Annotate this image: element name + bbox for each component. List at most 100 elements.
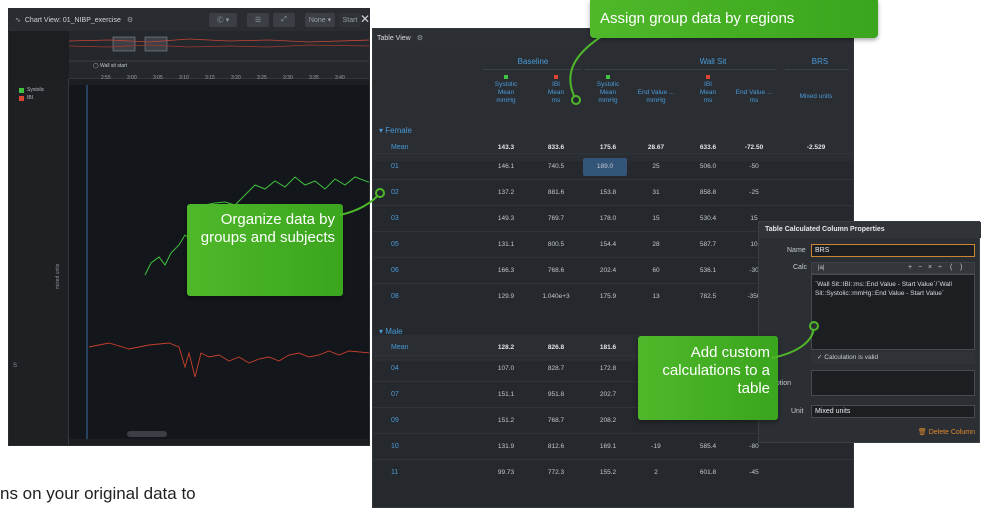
cell[interactable]: 951.8 (531, 391, 581, 398)
cell[interactable]: 585.4 (683, 443, 733, 450)
cell[interactable]: 131.1 (481, 241, 531, 248)
cell[interactable]: -25 (729, 189, 779, 196)
cell[interactable]: 536.1 (683, 267, 733, 274)
close-icon[interactable]: ✕ (360, 12, 369, 26)
cell[interactable]: 153.8 (583, 189, 633, 196)
cell[interactable]: 587.7 (683, 241, 733, 248)
cell[interactable]: 13 (631, 293, 681, 300)
cell[interactable]: 60 (631, 267, 681, 274)
name-field[interactable]: BRS (811, 244, 975, 257)
cell[interactable]: 25 (631, 163, 681, 170)
cell[interactable]: 768.6 (531, 267, 581, 274)
callout-connector (569, 33, 606, 105)
cell[interactable]: 740.5 (531, 163, 581, 170)
column-header[interactable]: Mixed units (791, 93, 841, 101)
cell[interactable]: 175.6 (583, 144, 633, 151)
cell[interactable]: 530.4 (683, 215, 733, 222)
group-header-brs[interactable]: BRS (785, 57, 853, 66)
cell[interactable]: 601.8 (683, 469, 733, 476)
cell[interactable]: 769.7 (531, 215, 581, 222)
start-button[interactable]: Start (339, 13, 361, 27)
time-axis: 2:55 3:00 3:05 3:10 3:15 3:20 3:25 3:30 … (69, 75, 369, 85)
cell[interactable]: 768.7 (531, 417, 581, 424)
cell[interactable]: -19 (631, 443, 681, 450)
cell[interactable]: 178.0 (583, 215, 633, 222)
mode-button[interactable]: Ⓒ ▾ (209, 13, 237, 27)
cell[interactable]: 28 (631, 241, 681, 248)
chart-overview-strip[interactable]: ◯ Wall sit start (69, 31, 369, 79)
cell[interactable]: 1.040e+3 (531, 293, 581, 300)
cell[interactable]: 169.1 (583, 443, 633, 450)
column-header[interactable]: IBI Mean ms (683, 75, 733, 105)
section-female[interactable]: ▾ Female (379, 126, 412, 135)
column-header[interactable]: Systolic Mean mmHg (481, 75, 531, 105)
cell[interactable]: 826.8 (531, 344, 581, 351)
cell[interactable]: 149.3 (481, 215, 531, 222)
cell[interactable]: 175.9 (583, 293, 633, 300)
selected-cell[interactable]: 189.0 (583, 158, 627, 176)
delete-column-button[interactable]: 🗑 Delete Column (905, 428, 975, 440)
cell[interactable]: 202.7 (583, 391, 633, 398)
open-paren-button[interactable]: ( (950, 264, 952, 271)
cell[interactable]: 2 (631, 469, 681, 476)
cell[interactable]: 166.3 (481, 267, 531, 274)
calc-expression-text: `Wall Sit::IBI::ms::End Value - Start Va… (815, 281, 952, 297)
cell[interactable]: 506.0 (683, 163, 733, 170)
settings-icon[interactable]: ⚙ (127, 16, 133, 24)
cell[interactable]: -72.50 (729, 144, 779, 151)
horizontal-scrollbar[interactable] (127, 431, 167, 437)
cell[interactable]: 143.3 (481, 144, 531, 151)
table-row[interactable]: 01 146.1 740.5 189.0 25 506.0 -50 (373, 153, 853, 179)
table-row[interactable]: 02 137.2 881.6 153.8 31 858.8 -25 (373, 179, 853, 205)
cell[interactable]: -50 (729, 163, 779, 170)
cell[interactable]: 107.0 (481, 365, 531, 372)
cell[interactable]: 151.1 (481, 391, 531, 398)
cell[interactable]: 772.3 (531, 469, 581, 476)
cell[interactable]: 858.8 (683, 189, 733, 196)
cell[interactable]: 208.2 (583, 417, 633, 424)
cell[interactable]: 172.8 (583, 365, 633, 372)
multiply-button[interactable]: × (928, 264, 932, 271)
close-paren-button[interactable]: ) (960, 264, 962, 271)
cell[interactable]: -2.529 (791, 144, 841, 151)
column-header[interactable]: End Value ... ms (729, 75, 779, 105)
cell[interactable]: 129.9 (481, 293, 531, 300)
cell[interactable]: 181.6 (583, 344, 633, 351)
cell[interactable]: 782.5 (683, 293, 733, 300)
none-dropdown[interactable]: None ▾ (305, 13, 335, 27)
expand-button[interactable]: ⤢ (273, 13, 295, 27)
cell[interactable]: 15 (631, 215, 681, 222)
cell[interactable]: 833.6 (531, 144, 581, 151)
cell[interactable]: 154.4 (583, 241, 633, 248)
column-header[interactable]: End Value ... mmHg (631, 75, 681, 105)
unit-field[interactable]: Mixed units (811, 405, 975, 418)
cell[interactable]: 812.6 (531, 443, 581, 450)
grid-button[interactable]: ☰ (247, 13, 269, 27)
cell[interactable]: 633.6 (683, 144, 733, 151)
cell[interactable]: 881.6 (531, 189, 581, 196)
cell[interactable]: -45 (729, 469, 779, 476)
settings-icon[interactable]: ⚙ (417, 34, 423, 42)
legend-systolic[interactable]: Systolic (19, 87, 44, 93)
cell[interactable]: 128.2 (481, 344, 531, 351)
divide-button[interactable]: ÷ (938, 264, 942, 271)
table-row[interactable]: 11 99.73 772.3 155.2 2 601.8 -45 (373, 459, 853, 485)
cell[interactable]: 828.7 (531, 365, 581, 372)
minus-button[interactable]: − (918, 264, 922, 271)
legend-ibi[interactable]: IBI (19, 95, 33, 101)
cell[interactable]: 131.9 (481, 443, 531, 450)
cell[interactable]: 155.2 (583, 469, 633, 476)
cell[interactable]: 800.5 (531, 241, 581, 248)
cell[interactable]: 151.2 (481, 417, 531, 424)
cell[interactable]: 202.4 (583, 267, 633, 274)
function-button[interactable]: |a| (818, 265, 824, 271)
cell[interactable]: 99.73 (481, 469, 531, 476)
cell[interactable]: 28.67 (631, 144, 681, 151)
cell[interactable]: 137.2 (481, 189, 531, 196)
cell[interactable]: 146.1 (481, 163, 531, 170)
description-field[interactable] (811, 370, 975, 396)
row-label: 01 (391, 163, 399, 170)
cell[interactable]: 31 (631, 189, 681, 196)
plus-button[interactable]: + (908, 264, 912, 271)
cell[interactable]: -80 (729, 443, 779, 450)
